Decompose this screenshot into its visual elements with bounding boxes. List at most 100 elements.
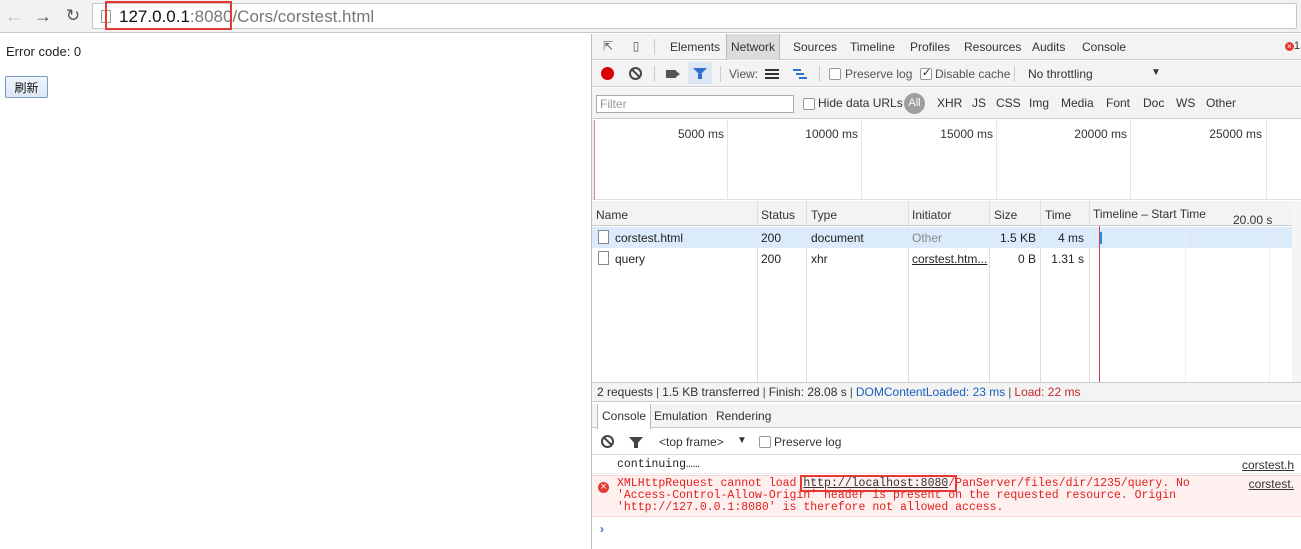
frame-selector[interactable]: <top frame> (659, 435, 724, 449)
filter-input[interactable] (596, 95, 794, 113)
type-filter-css[interactable]: CSS (996, 96, 1021, 110)
large-rows-icon[interactable] (765, 69, 779, 79)
console-preserve-log-label: Preserve log (774, 435, 842, 449)
type-filter-other[interactable]: Other (1206, 96, 1236, 110)
disable-cache-label: Disable cache (935, 67, 1011, 81)
address-bar[interactable]: 127.0.0.1:8080/Cors/corstest.html (92, 1, 1297, 30)
device-mode-icon[interactable]: ▯ (629, 39, 643, 53)
tab-profiles[interactable]: Profiles (906, 34, 954, 60)
type-filter-ws[interactable]: WS (1176, 96, 1195, 110)
separator (819, 66, 820, 82)
type-filter-xhr[interactable]: XHR (937, 96, 962, 110)
col-header-size[interactable]: Size (994, 208, 1017, 222)
type-filter-all[interactable]: All (904, 93, 925, 114)
log-source-link[interactable]: corstest.h (1242, 456, 1294, 474)
forward-arrow-icon[interactable]: → (31, 4, 55, 28)
request-time: 4 ms (1057, 231, 1084, 245)
filter-funnel-icon[interactable] (688, 62, 712, 84)
col-header-time[interactable]: Time (1045, 208, 1071, 222)
col-header-initiator[interactable]: Initiator (912, 208, 951, 222)
tab-sources[interactable]: Sources (789, 34, 841, 60)
table-row[interactable]: query 200 xhr corstest.htm... 0 B 1.31 s (592, 248, 1292, 269)
timeline-gridline (1185, 226, 1186, 382)
error-icon: × (1284, 41, 1294, 51)
separator (720, 66, 721, 82)
col-header-status[interactable]: Status (761, 208, 795, 222)
preserve-log-checkbox[interactable] (829, 68, 841, 80)
tab-elements[interactable]: Elements (666, 34, 724, 60)
record-icon[interactable] (601, 67, 614, 80)
back-arrow-icon[interactable]: ← (2, 4, 26, 28)
type-filter-font[interactable]: Font (1106, 96, 1130, 110)
clear-console-icon[interactable] (601, 435, 614, 448)
hide-data-urls-checkbox[interactable] (803, 98, 815, 110)
error-source-link[interactable]: corstest. (1249, 478, 1294, 490)
filter-bar: Hide data URLs All XHR JS CSS Img Media … (592, 88, 1301, 119)
console-messages: continuing…… corstest.h × XMLHttpRequest… (592, 456, 1301, 549)
view-label: View: (729, 67, 759, 81)
refresh-button[interactable]: 刷新 (5, 76, 48, 98)
console-toolbar: <top frame> ▼ Preserve log (592, 429, 1301, 455)
tab-resources[interactable]: Resources (960, 34, 1025, 60)
hide-data-urls-label: Hide data URLs (818, 96, 903, 110)
type-filter-doc[interactable]: Doc (1143, 96, 1164, 110)
console-error-message: × XMLHttpRequest cannot load http://loca… (592, 475, 1301, 517)
console-prompt[interactable]: › (600, 522, 604, 536)
document-icon (598, 230, 609, 244)
console-filter-icon[interactable] (629, 437, 643, 448)
request-status: 200 (761, 231, 782, 245)
table-scrollbar[interactable] (1292, 201, 1301, 382)
frame-dropdown-arrow-icon[interactable]: ▼ (737, 435, 747, 446)
load-event-marker (1099, 226, 1100, 382)
type-filter-media[interactable]: Media (1061, 96, 1094, 110)
separator (654, 66, 655, 82)
request-status: 200 (761, 252, 782, 266)
col-header-name[interactable]: Name (596, 208, 628, 222)
drawer-tabbar: Console Emulation Rendering (592, 404, 1301, 429)
screenshot-camera-icon[interactable] (666, 70, 680, 78)
overview-tick-label: 10000 ms (805, 127, 858, 141)
overview-tick-label: 15000 ms (940, 127, 993, 141)
network-summary-bar: 2 requests | 1.5 KB transferred | Finish: 28… (592, 382, 1301, 402)
disable-cache-checkbox[interactable] (920, 66, 932, 80)
type-filter-js[interactable]: JS (972, 96, 986, 110)
table-row[interactable]: corstest.html 200 document Other 1.5 KB … (592, 227, 1292, 248)
request-type: xhr (811, 252, 828, 266)
request-time: 1.31 s (1051, 252, 1084, 266)
request-initiator: Other (912, 231, 943, 245)
error-count-badge[interactable]: × 1 (1284, 40, 1300, 52)
overview-tick-label: 20000 ms (1074, 127, 1127, 141)
tab-timeline[interactable]: Timeline (846, 34, 899, 60)
clear-icon[interactable] (629, 67, 642, 80)
request-initiator-link[interactable]: corstest.htm... (912, 252, 987, 266)
overview-gridline (727, 120, 728, 200)
reload-icon[interactable]: ↻ (61, 4, 85, 28)
drawer-tab-console[interactable]: Console (597, 404, 652, 429)
console-log-message: continuing…… corstest.h (592, 456, 1301, 474)
col-header-timeline[interactable]: Timeline – Start Time (1093, 207, 1206, 221)
url-highlight-box (105, 1, 232, 30)
table-header: Name Status Type Initiator Size Time Tim… (592, 201, 1292, 227)
drawer-tab-emulation[interactable]: Emulation (650, 404, 711, 428)
console-preserve-log-checkbox[interactable] (759, 436, 771, 448)
dropdown-arrow-icon[interactable]: ▼ (1151, 67, 1161, 78)
col-header-type[interactable]: Type (811, 208, 837, 222)
tab-network[interactable]: Network (726, 34, 781, 60)
tab-console[interactable]: Console (1078, 34, 1130, 60)
drawer-tab-rendering[interactable]: Rendering (712, 404, 775, 428)
document-icon (598, 251, 609, 265)
timeline-scale-label: 20.00 s (1233, 213, 1273, 227)
tab-audits[interactable]: Audits (1028, 34, 1069, 60)
overview-gridline (996, 120, 997, 200)
inspect-element-icon[interactable]: ⇱ (601, 39, 615, 53)
type-filter-img[interactable]: Img (1029, 96, 1049, 110)
overview-left-handle[interactable] (592, 120, 595, 200)
request-name: query (615, 252, 646, 266)
request-type: document (811, 231, 864, 245)
waterfall-overview-icon[interactable] (793, 69, 807, 79)
timeline-overview[interactable]: 5000 ms 10000 ms 15000 ms 20000 ms 25000… (592, 120, 1301, 200)
throttling-select[interactable]: No throttling (1028, 67, 1093, 81)
error-url-highlight-box (800, 475, 957, 492)
network-toolbar: View: Preserve log Disable cache No thro… (592, 61, 1301, 87)
log-text: continuing…… (617, 458, 700, 471)
